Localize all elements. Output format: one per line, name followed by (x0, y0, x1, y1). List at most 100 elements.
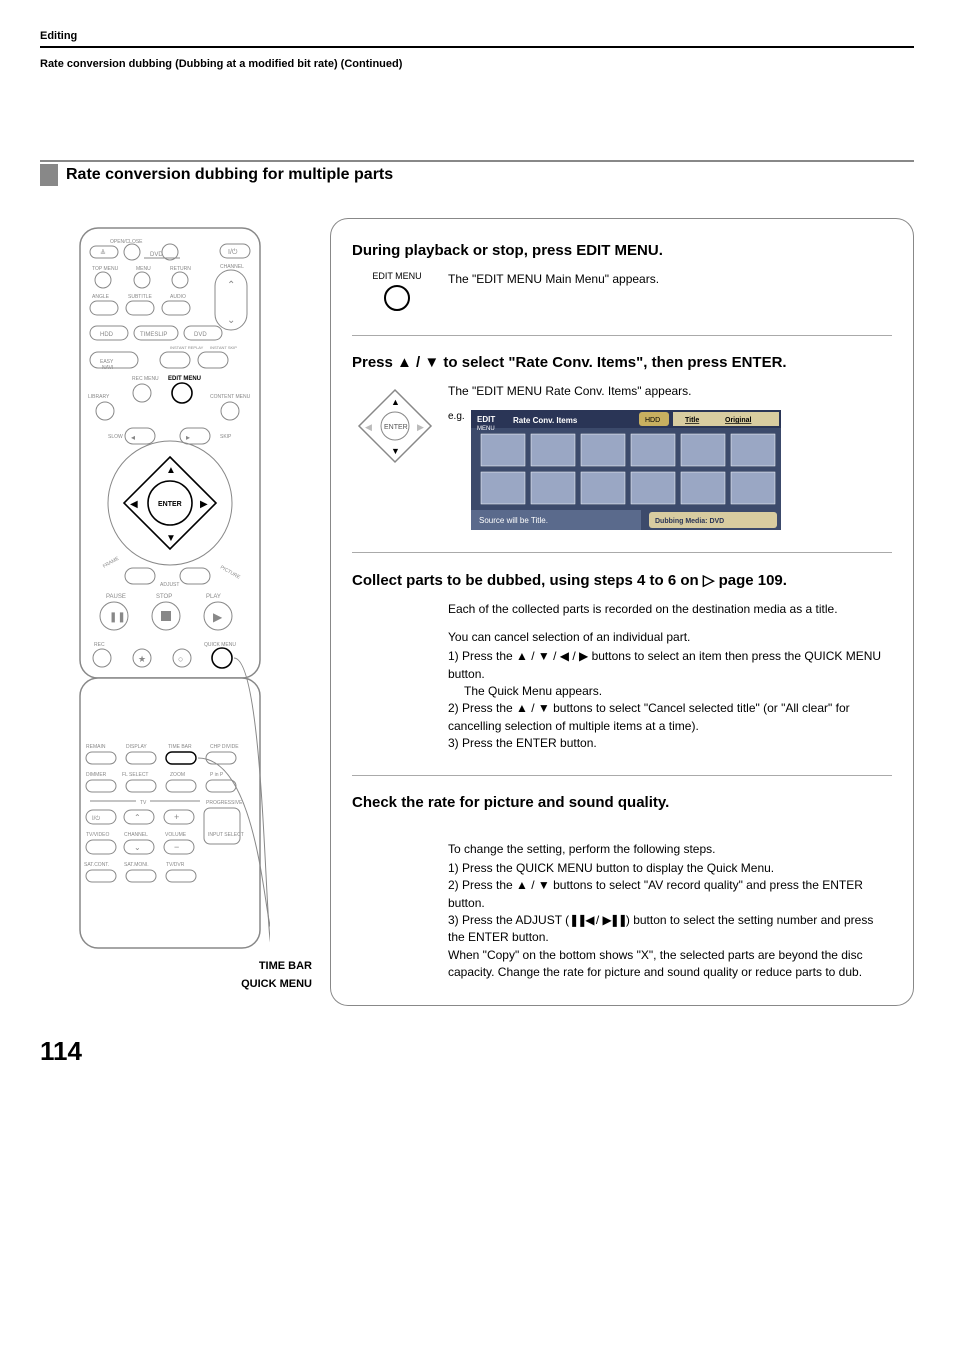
remote-illustration: OPEN/CLOSE ≜ DVD I/⏻ TOP MENU MENU RETUR… (40, 218, 300, 993)
callout-quickmenu: QUICK MENU (52, 976, 312, 994)
step-4-body1: To change the setting, perform the follo… (448, 841, 892, 858)
svg-text:Rate Conv. Items: Rate Conv. Items (513, 416, 578, 425)
svg-text:AUDIO: AUDIO (170, 294, 186, 300)
svg-text:SKIP: SKIP (220, 434, 232, 440)
svg-text:TV: TV (140, 800, 147, 806)
svg-text:OPEN/CLOSE: OPEN/CLOSE (110, 239, 143, 245)
svg-text:CHANNEL: CHANNEL (220, 264, 244, 270)
svg-text:CHP DIVIDE: CHP DIVIDE (210, 744, 239, 750)
step-3-item3: 3) Press the ENTER button. (448, 735, 892, 752)
svg-text:◂: ◂ (131, 433, 135, 442)
step-4: Check the rate for picture and sound qua… (352, 794, 892, 982)
svg-text:TV/DVR: TV/DVR (166, 862, 185, 868)
svg-text:HDD: HDD (645, 417, 660, 424)
svg-text:CONTENT MENU: CONTENT MENU (210, 394, 251, 400)
svg-text:ENTER: ENTER (158, 501, 182, 508)
step-2-heading: Press ▲ / ▼ to select "Rate Conv. Items"… (352, 354, 892, 371)
steps-container: During playback or stop, press EDIT MENU… (330, 218, 914, 1006)
rate-conv-preview: EDIT MENU Rate Conv. Items HDD Title Ori… (471, 410, 781, 530)
svg-text:−: − (174, 842, 179, 852)
heavy-rule (40, 46, 914, 48)
svg-text:LIBRARY: LIBRARY (88, 394, 110, 400)
svg-text:Source will be Title.: Source will be Title. (479, 516, 548, 525)
step-3-heading: Collect parts to be dubbed, using steps … (352, 571, 892, 589)
svg-text:TV/VIDEO: TV/VIDEO (86, 832, 109, 838)
svg-text:▲: ▲ (391, 397, 400, 407)
svg-text:INSTANT SKIP: INSTANT SKIP (210, 345, 237, 350)
svg-text:EDIT: EDIT (477, 415, 495, 424)
svg-text:REC MENU: REC MENU (132, 376, 159, 382)
svg-text:NAVI: NAVI (102, 365, 113, 371)
svg-text:DVD: DVD (194, 332, 207, 338)
svg-text:⌃: ⌃ (227, 280, 235, 291)
svg-text:SUBTITLE: SUBTITLE (128, 294, 153, 300)
svg-text:TIMESLIP: TIMESLIP (140, 332, 167, 338)
svg-text:VOLUME: VOLUME (165, 832, 187, 838)
callout-timebar: TIME BAR (52, 958, 312, 976)
svg-text:CHANNEL: CHANNEL (124, 832, 148, 838)
svg-text:⌄: ⌄ (134, 843, 141, 852)
svg-text:ANGLE: ANGLE (92, 294, 110, 300)
svg-text:MENU: MENU (136, 266, 151, 272)
svg-text:DVD: DVD (150, 252, 163, 258)
step-4-heading: Check the rate for picture and sound qua… (352, 794, 892, 811)
svg-text:STOP: STOP (156, 594, 172, 600)
svg-text:DISPLAY: DISPLAY (126, 744, 147, 750)
page-number: 114 (40, 1036, 914, 1067)
svg-text:≜: ≜ (100, 249, 106, 257)
svg-text:TIME BAR: TIME BAR (168, 744, 192, 750)
heading-bullet (40, 164, 58, 186)
svg-text:FL SELECT: FL SELECT (122, 772, 149, 778)
svg-text:◀: ◀ (130, 499, 138, 510)
svg-text:REMAIN: REMAIN (86, 744, 106, 750)
svg-text:MENU: MENU (477, 426, 495, 432)
svg-text:ADJUST: ADJUST (160, 582, 179, 588)
svg-text:▶: ▶ (213, 610, 223, 624)
step-3-item1: 1) Press the ▲ / ▼ / ◀ / ▶ buttons to se… (448, 648, 892, 683)
svg-text:SLOW: SLOW (108, 434, 123, 440)
divider (352, 552, 892, 553)
svg-text:RETURN: RETURN (170, 266, 191, 272)
step-2: Press ▲ / ▼ to select "Rate Conv. Items"… (352, 354, 892, 530)
svg-text:PLAY: PLAY (206, 594, 221, 600)
svg-text:HDD: HDD (100, 332, 114, 338)
svg-text:Dubbing Media: DVD: Dubbing Media: DVD (655, 518, 724, 525)
svg-text:INSTANT REPLAY: INSTANT REPLAY (170, 345, 204, 350)
svg-text:◀: ◀ (365, 422, 372, 432)
step-3: Collect parts to be dubbed, using steps … (352, 571, 892, 752)
svg-text:▶: ▶ (417, 422, 424, 432)
svg-text:▶: ▶ (200, 499, 208, 510)
divider (352, 775, 892, 776)
step-3-item1b: The Quick Menu appears. (448, 683, 892, 700)
step-3-item2: 2) Press the ▲ / ▼ buttons to select "Ca… (448, 700, 892, 735)
svg-text:▲: ▲ (166, 465, 176, 476)
svg-text:I/⏻: I/⏻ (228, 248, 238, 256)
svg-text:ZOOM: ZOOM (170, 772, 185, 778)
step-3-body2: You can cancel selection of an individua… (448, 629, 892, 646)
svg-text:⌄: ⌄ (227, 315, 235, 326)
step-2-body: The "EDIT MENU Rate Conv. Items" appears… (448, 383, 781, 400)
svg-text:○: ○ (178, 654, 183, 664)
svg-text:QUICK MENU: QUICK MENU (204, 642, 236, 648)
svg-text:I/⏻: I/⏻ (92, 815, 100, 822)
svg-text:▸: ▸ (186, 433, 190, 442)
svg-text:PAUSE: PAUSE (106, 594, 126, 600)
step-4-item1: 1) Press the QUICK MENU button to displa… (448, 860, 892, 877)
svg-text:PROGRESSIVE: PROGRESSIVE (206, 800, 243, 806)
svg-text:⌃: ⌃ (134, 813, 141, 822)
dpad-icon: ENTER ▲ ▼ ◀ ▶ (352, 383, 438, 469)
step-4-body2: When "Copy" on the bottom shows "X", the… (448, 947, 892, 982)
main-heading: Rate conversion dubbing for multiple par… (40, 160, 914, 188)
svg-text:★: ★ (138, 654, 146, 664)
step-1: During playback or stop, press EDIT MENU… (352, 242, 892, 313)
svg-text:DIMMER: DIMMER (86, 772, 107, 778)
step-1-button-label: EDIT MENU (352, 271, 442, 281)
section-label: Editing (40, 30, 914, 42)
svg-text:P in P: P in P (210, 772, 224, 778)
step-3-body1: Each of the collected parts is recorded … (448, 601, 892, 618)
svg-text:❚❚: ❚❚ (109, 612, 126, 623)
svg-text:SAT.CONT.: SAT.CONT. (84, 862, 109, 868)
step-1-heading: During playback or stop, press EDIT MENU… (352, 242, 892, 259)
svg-text:Title: Title (685, 417, 699, 424)
svg-text:TOP MENU: TOP MENU (92, 266, 119, 272)
